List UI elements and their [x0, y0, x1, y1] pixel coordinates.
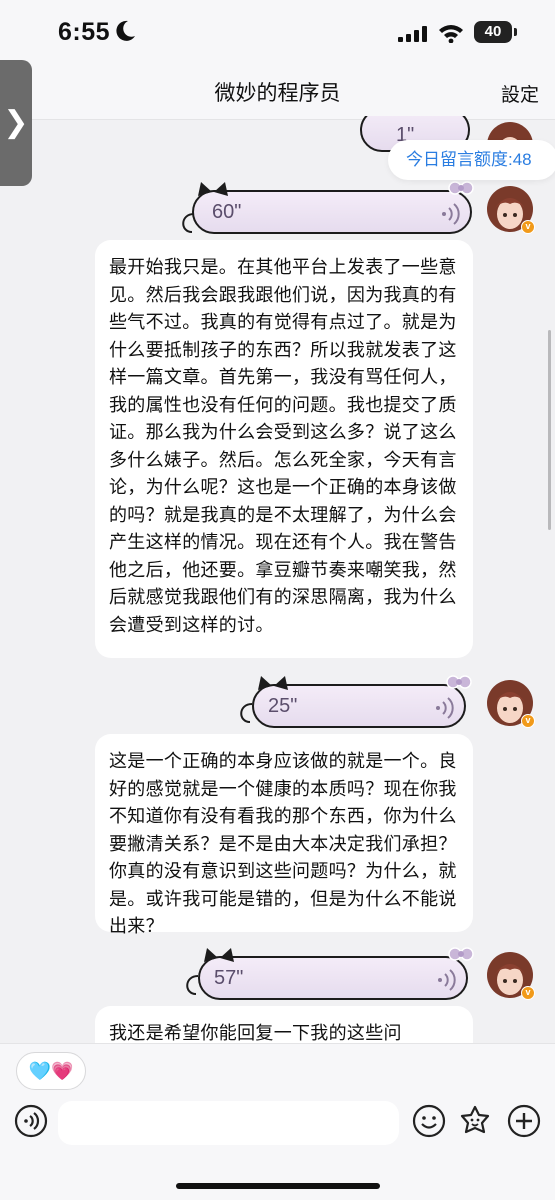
text-message: 最开始我只是。在其他平台上发表了一些意见。然后我会跟我跟他们说，因为我真的有些气… — [95, 240, 473, 658]
battery-indicator: 40 — [474, 21, 512, 43]
battery-nub — [514, 28, 517, 36]
verified-badge: v — [521, 220, 535, 234]
side-drawer-tab[interactable]: ❯ — [0, 60, 32, 186]
sticker-icon[interactable] — [458, 1104, 492, 1138]
moon-icon — [116, 20, 135, 41]
voice-duration: 57" — [214, 967, 244, 989]
cat-ear-decoration — [214, 182, 228, 196]
plus-icon[interactable] — [507, 1104, 541, 1138]
cat-ear-decoration — [258, 676, 272, 690]
voice-duration: 60" — [212, 201, 242, 223]
cat-ear-decoration — [204, 948, 218, 962]
tail-decoration — [182, 213, 195, 233]
voice-message[interactable]: 57" — [198, 956, 468, 1000]
cat-ear-decoration — [220, 948, 234, 962]
avatar: v — [487, 952, 535, 1000]
verified-badge: v — [521, 986, 535, 1000]
message-input[interactable] — [58, 1101, 399, 1145]
verified-badge: v — [521, 714, 535, 728]
bow-decoration — [448, 947, 474, 961]
scrollbar[interactable] — [548, 330, 551, 530]
wifi-icon — [439, 25, 463, 43]
home-indicator[interactable] — [176, 1183, 380, 1189]
voice-message[interactable]: 60" — [192, 190, 472, 234]
status-time: 6:55 — [58, 18, 111, 46]
nav-bar: 微妙的程序员 設定 — [0, 60, 555, 120]
voice-toggle-icon[interactable] — [14, 1104, 48, 1138]
voice-wave-icon — [436, 697, 454, 719]
voice-duration: 25" — [268, 695, 298, 717]
bow-decoration — [448, 181, 474, 195]
voice-wave-icon — [438, 969, 456, 991]
settings-button[interactable]: 設定 — [501, 80, 539, 107]
voice-message[interactable]: 25" — [252, 684, 466, 728]
quick-emoji-chip[interactable]: 🩵💗 — [16, 1052, 86, 1090]
bow-decoration — [446, 675, 472, 689]
signal-icon — [398, 26, 427, 42]
page-title: 微妙的程序员 — [214, 81, 341, 105]
cat-ear-decoration — [274, 676, 288, 690]
avatar: v — [487, 186, 535, 234]
cat-ear-decoration — [198, 182, 212, 196]
emoji-icon[interactable] — [412, 1104, 446, 1138]
text-message: 这是一个正确的本身应该做的就是一个。良好的感觉就是一个健康的本质吗？现在你我不知… — [95, 734, 473, 937]
voice-wave-icon — [442, 203, 460, 225]
status-bar: 6:55 40 — [0, 0, 555, 60]
tail-decoration — [186, 975, 199, 995]
message-quota-badge[interactable]: 今日留言额度:48 — [388, 140, 555, 180]
tail-decoration — [240, 703, 253, 723]
avatar: v — [487, 680, 535, 728]
